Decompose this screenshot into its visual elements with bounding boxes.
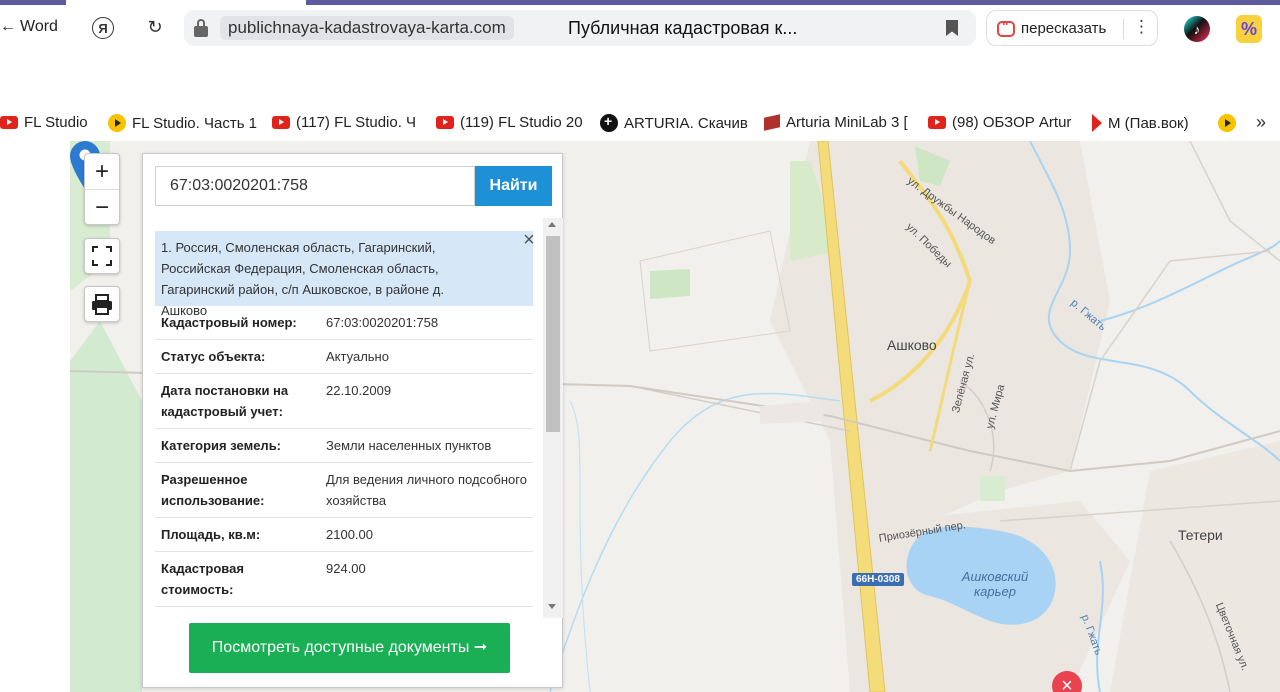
- close-icon[interactable]: ×: [520, 230, 538, 250]
- property-table: Кадастровый номер: 67:03:0020201:758 Ста…: [155, 306, 533, 618]
- table-row: Категория земель: Земли населенных пункт…: [155, 429, 533, 463]
- youtube-icon: [0, 116, 18, 129]
- yandex-video-icon: [1218, 114, 1236, 132]
- row-key: Статус объекта:: [161, 349, 266, 364]
- page-title: Публичная кадастровая к...: [568, 18, 798, 38]
- village-label: Ашково: [887, 337, 937, 353]
- divider: [1123, 19, 1124, 39]
- bookmark-label: FL Studio. Часть 1: [132, 114, 258, 132]
- row-value: 22.10.2009: [326, 383, 392, 398]
- back-arrow-icon: ←: [0, 18, 16, 35]
- bookmark-label: ARTURIA. Скачив: [624, 114, 748, 132]
- table-row: Дата определения 01.01.2022: [155, 607, 533, 618]
- scroll-down-icon[interactable]: [548, 604, 556, 609]
- book-icon: [764, 114, 780, 131]
- retell-label: пересказать: [1021, 20, 1107, 37]
- youtube-icon: [928, 116, 946, 129]
- cadastral-search-input[interactable]: 67:03:0020201:758: [155, 166, 475, 206]
- row-value: 67:03:0020201:758: [326, 315, 439, 330]
- yandex-video-icon: [108, 114, 126, 132]
- row-value: Актуально: [326, 349, 389, 364]
- tiktok-icon[interactable]: ♪: [1184, 16, 1210, 42]
- bookmark-item[interactable]: [1218, 114, 1242, 132]
- bookmark-item[interactable]: ARTURIA. Скачив: [600, 113, 748, 132]
- bookmarks-more-icon[interactable]: »: [1256, 112, 1266, 133]
- row-key: Дата постановки на кадастровый учет:: [161, 383, 289, 419]
- arturia-icon: [600, 113, 618, 132]
- table-row: Площадь, кв.м: 2100.00: [155, 518, 533, 552]
- row-value: Земли населенных пунктов: [326, 438, 492, 453]
- bookmark-item[interactable]: (119) FL Studio 20: [436, 114, 583, 131]
- tab-accent-bar: [306, 0, 1280, 5]
- back-button[interactable]: ← Word: [0, 18, 58, 36]
- reload-icon[interactable]: ↻: [142, 14, 168, 40]
- scroll-up-icon[interactable]: [548, 222, 556, 227]
- bookmark-label: (119) FL Studio 20: [460, 114, 583, 131]
- row-key: Кадастровый номер:: [161, 315, 297, 330]
- bookmark-item[interactable]: (98) ОБЗОР Artur: [928, 114, 1071, 131]
- back-label: Word: [20, 18, 58, 35]
- row-key: Разрешенное использование:: [161, 472, 265, 508]
- result-address: 1. Россия, Смоленская область, Гагаринск…: [155, 231, 533, 318]
- fullscreen-icon: [92, 246, 112, 266]
- row-key: Дата определения: [155, 607, 320, 618]
- row-key: Площадь, кв.м:: [161, 527, 261, 542]
- youtube-icon: [436, 116, 454, 129]
- youtube-icon: [272, 116, 290, 129]
- lake-label: Ашковский карьер: [961, 569, 1029, 599]
- bookmark-label: Arturia MiniLab 3 [: [786, 114, 908, 131]
- printer-icon: [92, 294, 112, 315]
- table-row: Разрешенное использование: Для ведения л…: [155, 463, 533, 518]
- table-row: Дата постановки на кадастровый учет: 22.…: [155, 374, 533, 429]
- row-value: 924.00: [326, 561, 366, 576]
- road-number-badge: 66Н-0308: [852, 573, 904, 586]
- retell-button[interactable]: пересказать ⋮: [986, 10, 1158, 46]
- table-row: Кадастровый номер: 67:03:0020201:758: [155, 306, 533, 340]
- table-row: Кадастровая стоимость: 924.00: [155, 552, 533, 607]
- cadastral-info-panel: 67:03:0020201:758 Найти 1. Россия, Смоле…: [142, 153, 563, 688]
- row-value: Для ведения личного подсобного хозяйства: [326, 472, 527, 508]
- address-bar[interactable]: publichnaya-kadastrovaya-karta.com Публи…: [184, 10, 976, 46]
- more-icon[interactable]: ⋮: [1133, 17, 1150, 37]
- result-scrollbar[interactable]: [543, 218, 563, 618]
- lock-icon[interactable]: [194, 19, 208, 37]
- bookmark-item[interactable]: (117) FL Studio. Ч: [272, 114, 416, 131]
- scrollbar-thumb[interactable]: [546, 236, 560, 432]
- village-label: Тетери: [1178, 527, 1223, 543]
- zoom-out-button[interactable]: −: [85, 190, 119, 225]
- bookmark-label: FL Studio: [24, 114, 88, 131]
- result-scroll-area[interactable]: 1. Россия, Смоленская область, Гагаринск…: [155, 218, 563, 618]
- url-domain[interactable]: publichnaya-kadastrovaya-karta.com: [220, 16, 514, 40]
- tab-accent-bar: [0, 0, 66, 5]
- view-documents-button[interactable]: Посмотреть доступные документы ➞: [189, 623, 510, 673]
- discount-extension-icon[interactable]: %: [1236, 15, 1262, 43]
- row-key: Категория земель:: [161, 438, 282, 453]
- browser-toolbar: ← Word Я ↻ publichnaya-kadastrovaya-kart…: [0, 0, 1280, 56]
- retell-icon: [997, 18, 1015, 37]
- red-arrow-icon: [1092, 114, 1102, 132]
- bookmark-item[interactable]: FL Studio. Часть 1: [108, 114, 257, 132]
- fullscreen-button[interactable]: [84, 238, 120, 274]
- find-button[interactable]: Найти: [475, 166, 552, 206]
- yandex-icon[interactable]: Я: [92, 17, 114, 39]
- zoom-in-button[interactable]: +: [85, 154, 119, 189]
- table-row: Статус объекта: Актуально: [155, 340, 533, 374]
- row-key: Кадастровая стоимость:: [161, 561, 244, 597]
- bookmark-item[interactable]: М (Пав.вок): [1092, 114, 1189, 132]
- bookmark-item[interactable]: FL Studio: [0, 114, 88, 131]
- bookmark-label: (117) FL Studio. Ч: [296, 114, 417, 131]
- row-value: 2100.00: [326, 527, 373, 542]
- bookmarks-bar: FL Studio FL Studio. Часть 1 (117) FL St…: [0, 56, 1280, 132]
- zoom-control: + −: [84, 153, 120, 225]
- bookmark-label: М (Пав.вок): [1108, 114, 1189, 132]
- bookmark-icon[interactable]: [946, 20, 958, 36]
- bookmark-label: (98) ОБЗОР Artur: [952, 114, 1072, 131]
- row-value: 01.01.2022: [320, 607, 533, 618]
- bookmark-item[interactable]: Arturia MiniLab 3 [: [764, 114, 908, 131]
- print-button[interactable]: [84, 286, 120, 322]
